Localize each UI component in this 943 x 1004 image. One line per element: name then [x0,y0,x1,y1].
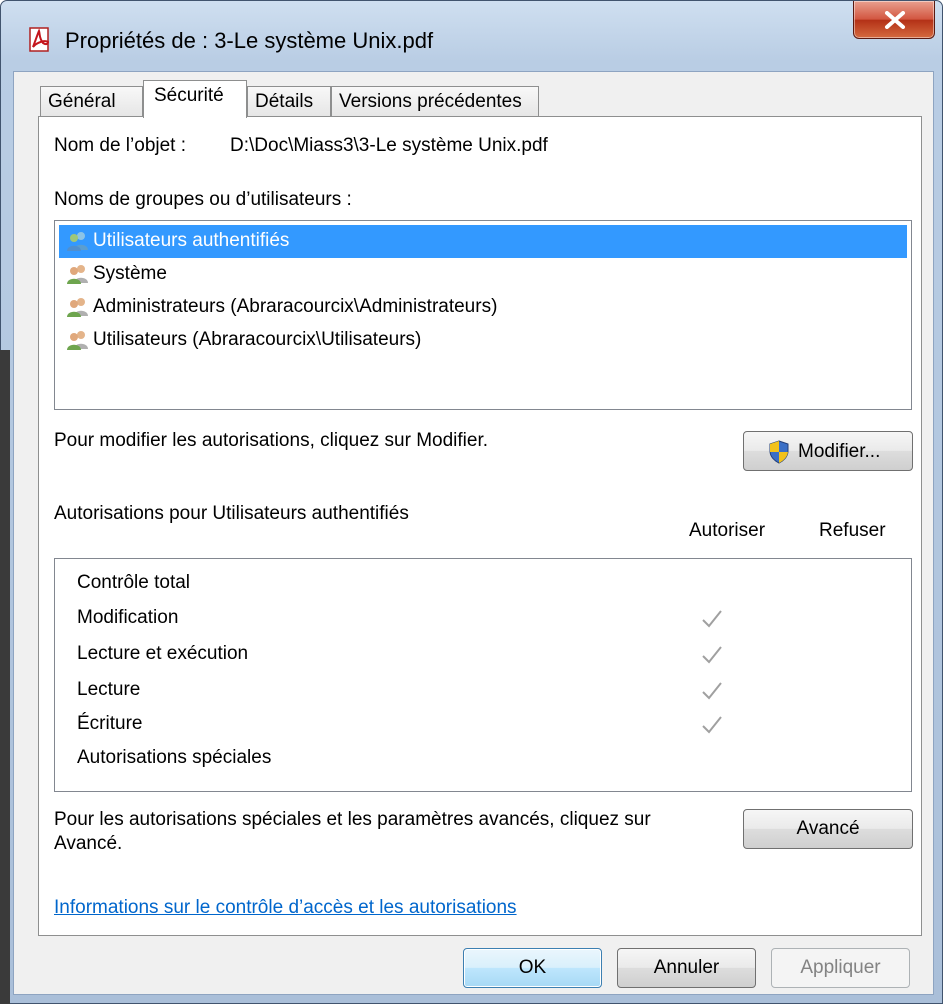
users-icon [67,298,88,317]
tab-previous-versions[interactable]: Versions précédentes [331,86,539,116]
tab-security[interactable]: Sécurité [143,80,247,118]
security-panel: Nom de l’objet : D:\Doc\Miass3\3-Le syst… [38,116,922,936]
apply-button[interactable]: Appliquer [771,948,910,988]
allow-check-icon [702,682,722,700]
group-name: Administrateurs (Abraracourcix\Administr… [93,296,498,317]
group-name: Système [93,263,167,284]
background-edge [0,350,10,1004]
close-button[interactable] [853,1,935,39]
tab-label: Sécurité [154,85,224,106]
allow-column-header: Autoriser [689,520,766,541]
ok-button[interactable]: OK [463,948,602,988]
allow-check-icon [702,646,722,664]
permissions-for-label: Autorisations pour Utilisateurs authenti… [54,503,409,524]
advanced-button[interactable]: Avancé [743,809,913,849]
deny-column-header: Refuser [819,520,886,541]
apply-button-label: Appliquer [800,957,881,978]
tab-details[interactable]: Détails [247,86,331,116]
permission-read: Lecture [77,679,141,700]
tab-general[interactable]: Général [40,86,143,116]
permission-full-control: Contrôle total [77,572,191,593]
permission-read-execute: Lecture et exécution [77,643,249,664]
group-name: Utilisateurs (Abraracourcix\Utilisateurs… [93,329,422,350]
advanced-hint-line2: Avancé. [54,833,123,854]
advanced-button-label: Avancé [796,818,860,839]
object-name-value: D:\Doc\Miass3\3-Le système Unix.pdf [230,135,548,156]
modify-button-label: Modifier... [798,441,881,462]
allow-check-icon [702,610,722,628]
group-item-administrators[interactable]: Administrateurs (Abraracourcix\Administr… [59,291,907,324]
group-name: Utilisateurs authentifiés [93,230,290,251]
properties-window: Propriétés de : 3-Le système Unix.pdf Gé… [0,0,943,1004]
permissions-list: Contrôle total Modification Lecture et e… [54,558,912,792]
dialog-body: Général Sécurité Détails Versions précéd… [13,71,934,995]
groups-label: Noms de groupes ou d’utilisateurs : [54,189,352,210]
pdf-file-icon [29,27,50,52]
ok-button-label: OK [518,957,547,978]
groups-listbox[interactable]: Utilisateurs authentifiés Système Admini… [54,220,912,410]
users-icon [67,331,88,350]
advanced-hint-line1: Pour les autorisations spéciales et les … [54,809,651,830]
permission-special: Autorisations spéciales [77,747,272,768]
cancel-button[interactable]: Annuler [617,948,756,988]
permission-write: Écriture [77,713,143,734]
group-item-users[interactable]: Utilisateurs (Abraracourcix\Utilisateurs… [59,324,907,357]
close-icon [885,11,905,29]
title-bar[interactable]: Propriétés de : 3-Le système Unix.pdf [1,1,942,69]
tab-label: Versions précédentes [339,91,522,112]
group-item-system[interactable]: Système [59,258,907,291]
uac-shield-icon [769,440,789,464]
window-title: Propriétés de : 3-Le système Unix.pdf [65,28,434,53]
allow-check-icon [702,716,722,734]
tab-label: Détails [255,91,314,112]
users-icon [67,265,88,284]
cancel-button-label: Annuler [653,957,720,978]
modify-button[interactable]: Modifier... [743,431,913,471]
access-control-info-link[interactable]: Informations sur le contrôle d’accès et … [54,897,517,919]
group-item-authenticated-users[interactable]: Utilisateurs authentifiés [59,225,907,258]
modify-hint: Pour modifier les autorisations, cliquez… [54,430,489,451]
tab-label: Général [48,91,116,112]
object-name-label: Nom de l’objet : [54,135,187,156]
permission-modify: Modification [77,607,179,628]
users-icon [67,232,88,251]
